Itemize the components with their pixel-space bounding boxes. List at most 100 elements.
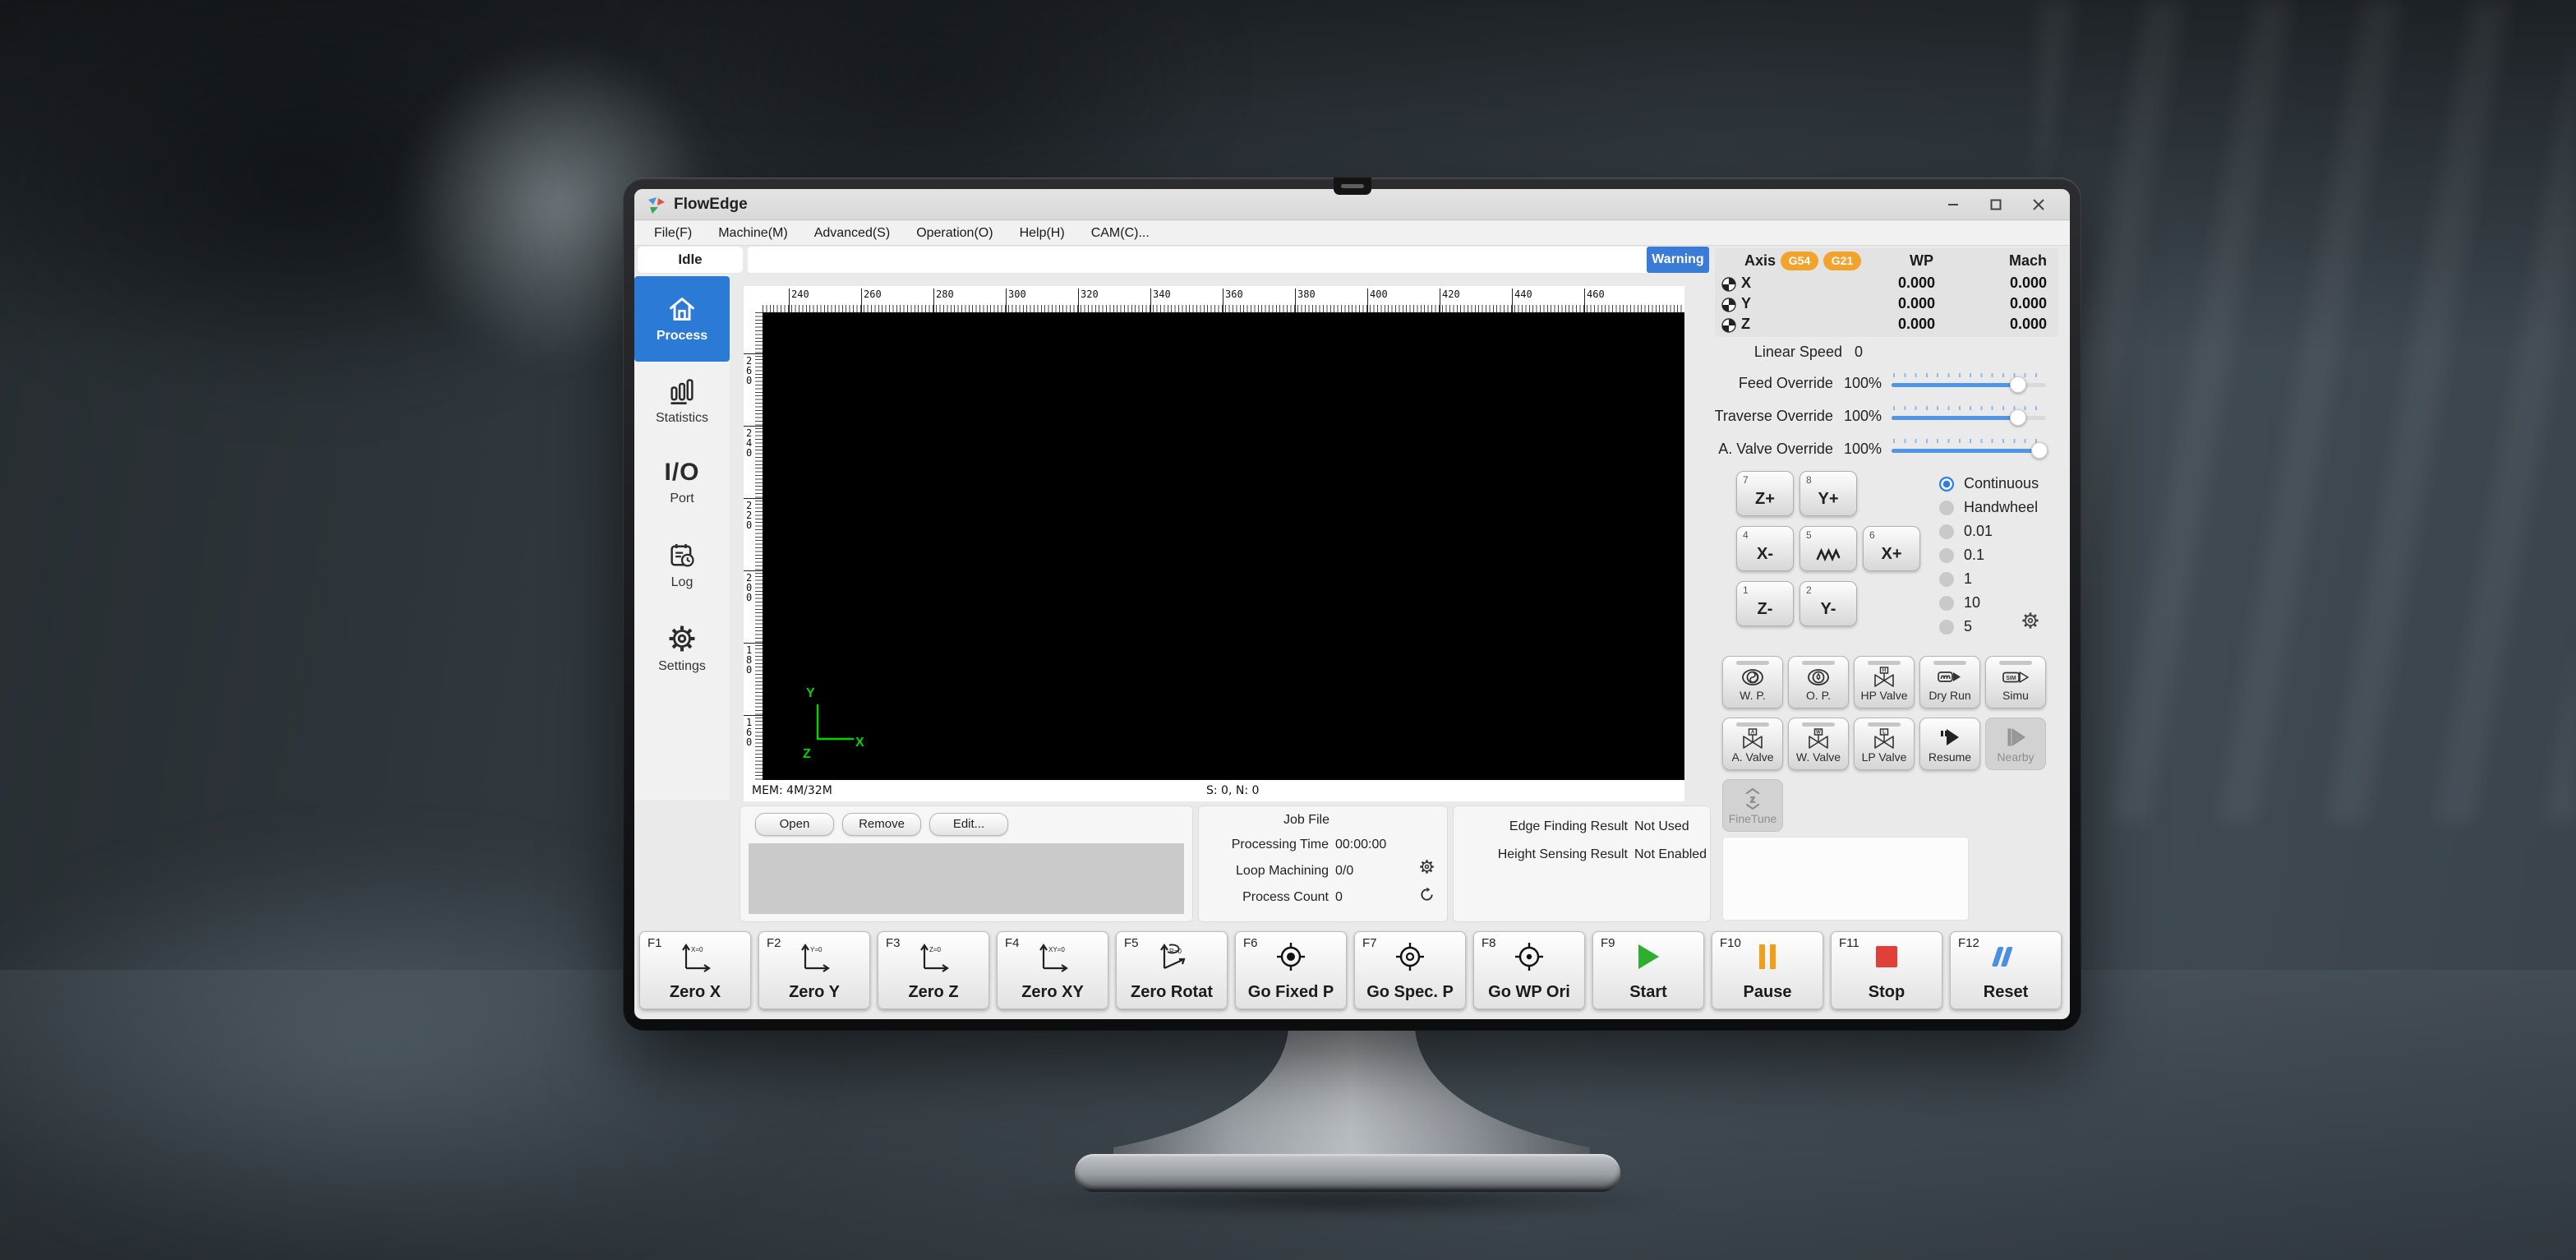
mode-continuous[interactable]: Continuous (1939, 475, 2039, 492)
open-button[interactable]: Open (755, 813, 834, 836)
fn-reset-button[interactable]: F12 Reset (1950, 931, 2062, 1009)
fn-label: Zero X (640, 983, 750, 1002)
traverse-override-slider[interactable] (1892, 404, 2046, 429)
jog-z-minus-button[interactable]: 1 Z- (1736, 581, 1794, 626)
hp-valve-button[interactable]: H HP Valve (1854, 656, 1915, 708)
jog-z-plus-button[interactable]: 7 Z+ (1736, 471, 1794, 516)
slider-handle[interactable] (2031, 442, 2048, 459)
processing-time-row: Processing Time 00:00:00 (1199, 838, 1386, 852)
sidebar-label: Settings (658, 659, 706, 674)
nearby-button[interactable]: Nearby (1985, 718, 2046, 770)
mode-step-5[interactable]: 5 (1939, 618, 1972, 635)
loop-settings-button[interactable] (1419, 859, 1435, 879)
jog-settings-button[interactable] (2021, 612, 2039, 634)
oil-pump-button[interactable]: O. P. (1788, 656, 1849, 708)
camera-slot (1341, 184, 1364, 188)
slider-handle[interactable] (2010, 409, 2026, 426)
linear-speed-label: Linear Speed (1754, 344, 1842, 360)
jog-spring-button[interactable]: 5 (1800, 526, 1857, 571)
slider-track[interactable] (1892, 416, 2046, 420)
mode-label: Continuous (1964, 475, 2039, 492)
fn-zero-y-button[interactable]: F2 Y=0 Zero Y (758, 931, 870, 1009)
axis-name: Z (1741, 316, 1750, 333)
g21-badge[interactable]: G21 (1823, 252, 1861, 270)
io-icon: I/O (664, 459, 699, 487)
axis-row-x: X 0.000 0.000 (1715, 275, 2058, 295)
mode-step-10[interactable]: 10 (1939, 594, 1980, 612)
fn-go-spec-point-button[interactable]: F7 Go Spec. P (1354, 931, 1466, 1009)
jog-x-minus-button[interactable]: 4 X- (1736, 526, 1794, 571)
maximize-button[interactable] (1985, 195, 2007, 215)
maximize-icon (1989, 198, 2002, 211)
sidebar-label: Statistics (656, 411, 708, 426)
radio-icon (1939, 477, 1954, 492)
reset-count-button[interactable] (1419, 887, 1435, 907)
fn-start-button[interactable]: F9 Start (1592, 931, 1704, 1009)
jog-label: Y- (1800, 600, 1856, 619)
avalve-override-slider[interactable] (1892, 437, 2046, 462)
finetune-button[interactable]: z FineTune (1722, 779, 1783, 832)
menu-file[interactable]: File(F) (641, 221, 705, 246)
menu-advanced[interactable]: Advanced(S) (801, 221, 904, 246)
resume-button[interactable]: Resume (1919, 718, 1980, 770)
fn-pause-button[interactable]: F10 Pause (1712, 931, 1823, 1009)
fn-zero-xy-button[interactable]: F4 XY=0 Zero XY (997, 931, 1108, 1009)
w-valve-button[interactable]: W W. Valve (1788, 718, 1849, 770)
action-label: W. Valve (1796, 750, 1841, 764)
jog-y-minus-button[interactable]: 2 Y- (1800, 581, 1857, 626)
override-label: Traverse Override (1715, 408, 1833, 424)
slider-handle[interactable] (2010, 376, 2026, 393)
sidebar-item-statistics[interactable]: Statistics (634, 376, 730, 426)
jog-y-plus-button[interactable]: 8 Y+ (1800, 471, 1857, 516)
fn-zero-x-button[interactable]: F1 X=0 Zero X (639, 931, 751, 1009)
sidebar-item-process[interactable]: Process (634, 276, 730, 362)
fn-label: Stop (1832, 983, 1942, 1002)
loop-machining-value: 0/0 (1335, 864, 1353, 879)
mode-handwheel[interactable]: Handwheel (1939, 499, 2038, 516)
svg-text:SIM: SIM (2006, 676, 2016, 681)
fn-label: Go Fixed P (1236, 983, 1346, 1002)
mode-step-01[interactable]: 0.1 (1939, 547, 1984, 564)
close-button[interactable] (2028, 195, 2049, 215)
fn-zero-z-button[interactable]: F3 Z=0 Zero Z (878, 931, 989, 1009)
fn-key-label: F5 (1124, 936, 1139, 950)
g54-badge[interactable]: G54 (1781, 252, 1818, 270)
minimize-button[interactable] (1942, 195, 1964, 215)
feed-override-slider[interactable] (1892, 372, 2046, 396)
warning-badge[interactable]: Warning (1647, 247, 1709, 273)
menu-operation[interactable]: Operation(O) (903, 221, 1006, 246)
menu-help[interactable]: Help(H) (1007, 221, 1078, 246)
menu-cam[interactable]: CAM(C)... (1078, 221, 1163, 246)
sidebar-item-port[interactable]: I/O Port (634, 459, 730, 506)
machine-state-tab[interactable]: Idle (638, 247, 743, 273)
water-pump-icon (1741, 667, 1764, 687)
h-ruler-label: 360 (1223, 288, 1243, 312)
mode-step-1[interactable]: 1 (1939, 570, 1972, 588)
dry-run-button[interactable]: Dry Run (1919, 656, 1980, 708)
water-pump-button[interactable]: W. P. (1722, 656, 1783, 708)
log-icon (667, 541, 697, 570)
sidebar-item-settings[interactable]: Settings (634, 623, 730, 674)
lp-valve-button[interactable]: L LP Valve (1854, 718, 1915, 770)
fn-key-label: F12 (1958, 936, 1979, 950)
work-canvas[interactable]: Y X Z (763, 312, 1684, 780)
action-label: A. Valve (1731, 750, 1773, 764)
remove-button[interactable]: Remove (842, 813, 921, 836)
slider-track[interactable] (1892, 449, 2046, 453)
fn-label: Zero Z (878, 983, 988, 1002)
fn-zero-rotate-button[interactable]: F5 R=0 Zero Rotat (1116, 931, 1228, 1009)
sidebar-item-log[interactable]: Log (634, 541, 730, 590)
fn-go-fixed-point-button[interactable]: F6 Go Fixed P (1235, 931, 1347, 1009)
slider-track[interactable] (1892, 383, 2046, 387)
a-valve-button[interactable]: A A. Valve (1722, 718, 1783, 770)
jog-x-plus-button[interactable]: 6 X+ (1863, 526, 1920, 571)
file-list[interactable] (749, 843, 1184, 914)
origin-icon (1721, 277, 1736, 292)
edit-button[interactable]: Edit... (929, 813, 1008, 836)
gear-icon (666, 623, 698, 654)
menu-machine[interactable]: Machine(M) (705, 221, 800, 246)
simulate-button[interactable]: SIM Simu (1985, 656, 2046, 708)
mode-step-001[interactable]: 0.01 (1939, 523, 1993, 540)
fn-stop-button[interactable]: F11 Stop (1831, 931, 1942, 1009)
fn-go-wp-origin-button[interactable]: F8 Go WP Ori (1473, 931, 1585, 1009)
